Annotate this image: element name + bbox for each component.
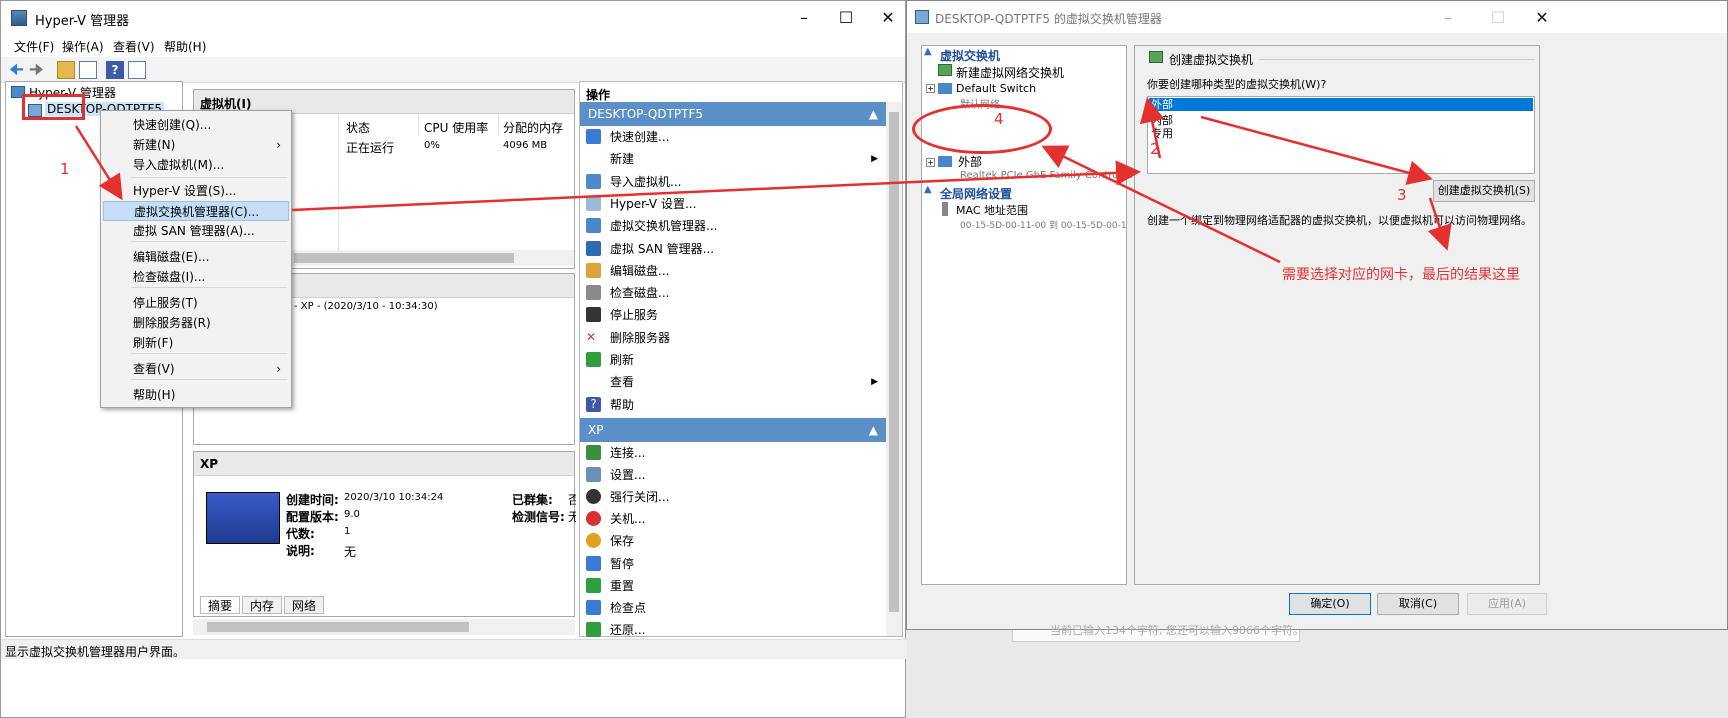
arrow-6	[1427, 197, 1452, 251]
annotation-4: 4	[994, 110, 1004, 128]
arrow-2	[291, 160, 1141, 212]
background-page-text-2: 当前已输入134个字符, 您还可以输入9866个字符。	[1050, 624, 1304, 637]
arrow-3	[1200, 115, 1433, 185]
annotation-arrows	[74, 97, 1452, 264]
annotation-2: 2	[1150, 140, 1160, 158]
annotation-note: 需要选择对应的网卡，最后的结果这里	[1282, 267, 1520, 283]
arrow-1	[74, 125, 123, 201]
arrow-4	[1041, 145, 1281, 264]
annotation-1: 1	[60, 160, 70, 178]
annotation-3: 3	[1397, 186, 1407, 204]
